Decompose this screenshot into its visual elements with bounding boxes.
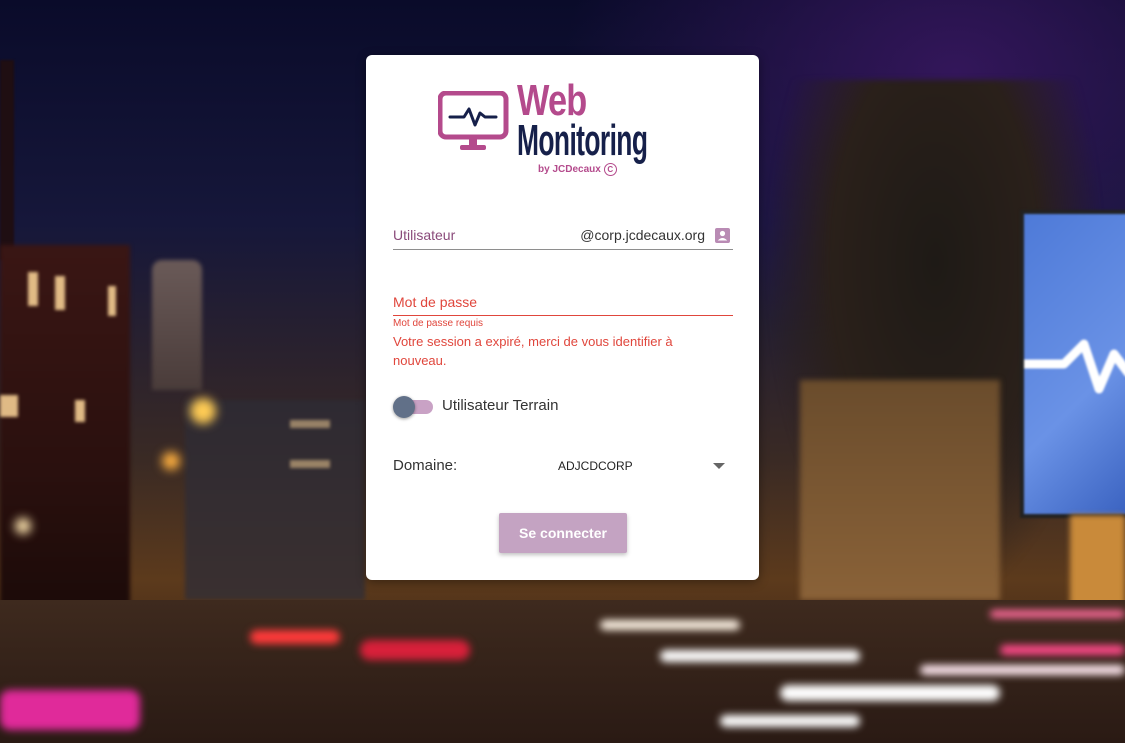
account-box-icon-glyph <box>717 230 728 241</box>
field-user-toggle-label: Utilisateur Terrain <box>442 397 559 414</box>
background-window <box>108 286 116 316</box>
light-trail <box>920 665 1125 675</box>
domain-selected-value: ADJCDCORP <box>558 459 633 473</box>
login-card: Web Monitoring by JCDecaux C Utilisateur … <box>366 55 759 580</box>
background-window <box>290 460 330 468</box>
background-window <box>290 420 330 428</box>
background-window <box>55 276 65 310</box>
light-trail <box>780 685 1000 701</box>
street-light <box>162 452 180 470</box>
background-building <box>185 400 365 600</box>
light-trail <box>660 650 860 662</box>
street-light <box>190 398 216 424</box>
password-field[interactable]: Mot de passe <box>393 291 733 316</box>
street-light <box>15 518 31 534</box>
domain-label: Domaine: <box>393 457 458 474</box>
account-box-icon <box>715 228 730 243</box>
light-trail <box>720 715 860 727</box>
light-trail <box>250 630 340 644</box>
light-trail <box>0 690 140 730</box>
username-field[interactable]: Utilisateur @corp.jcdecaux.org <box>393 225 733 250</box>
password-label: Mot de passe <box>393 294 478 310</box>
session-expired-error: Votre session a expiré, merci de vous id… <box>393 334 673 368</box>
background-building <box>0 60 14 260</box>
light-trail <box>600 620 740 630</box>
username-domain-suffix: @corp.jcdecaux.org <box>580 227 705 243</box>
background-window <box>75 400 85 422</box>
copyright-icon: C <box>603 163 617 176</box>
billboard-pulse-icon <box>1024 339 1125 394</box>
background-tower <box>152 260 202 390</box>
username-label: Utilisateur <box>393 227 456 243</box>
light-trail <box>1000 645 1125 655</box>
domain-select[interactable]: ADJCDCORP <box>556 455 732 479</box>
toggle-thumb[interactable] <box>393 396 415 418</box>
light-trail <box>990 610 1125 618</box>
web-monitoring-logo: Web Monitoring by JCDecaux C <box>438 79 690 179</box>
background-building <box>800 380 1000 600</box>
light-trail <box>360 640 470 660</box>
background-billboard <box>1020 210 1125 518</box>
chevron-down-icon <box>713 463 725 469</box>
background-window <box>28 272 38 306</box>
login-button[interactable]: Se connecter <box>499 513 627 553</box>
logo-byline-text: by JCDecaux <box>538 164 601 176</box>
field-user-toggle[interactable] <box>393 396 433 418</box>
password-required-hint: Mot de passe requis <box>393 318 484 329</box>
logo-byline: by JCDecaux C <box>538 163 617 176</box>
logo-title-monitoring: Monitoring <box>517 116 648 165</box>
monitor-pulse-icon <box>438 91 509 150</box>
background-window <box>0 395 18 417</box>
